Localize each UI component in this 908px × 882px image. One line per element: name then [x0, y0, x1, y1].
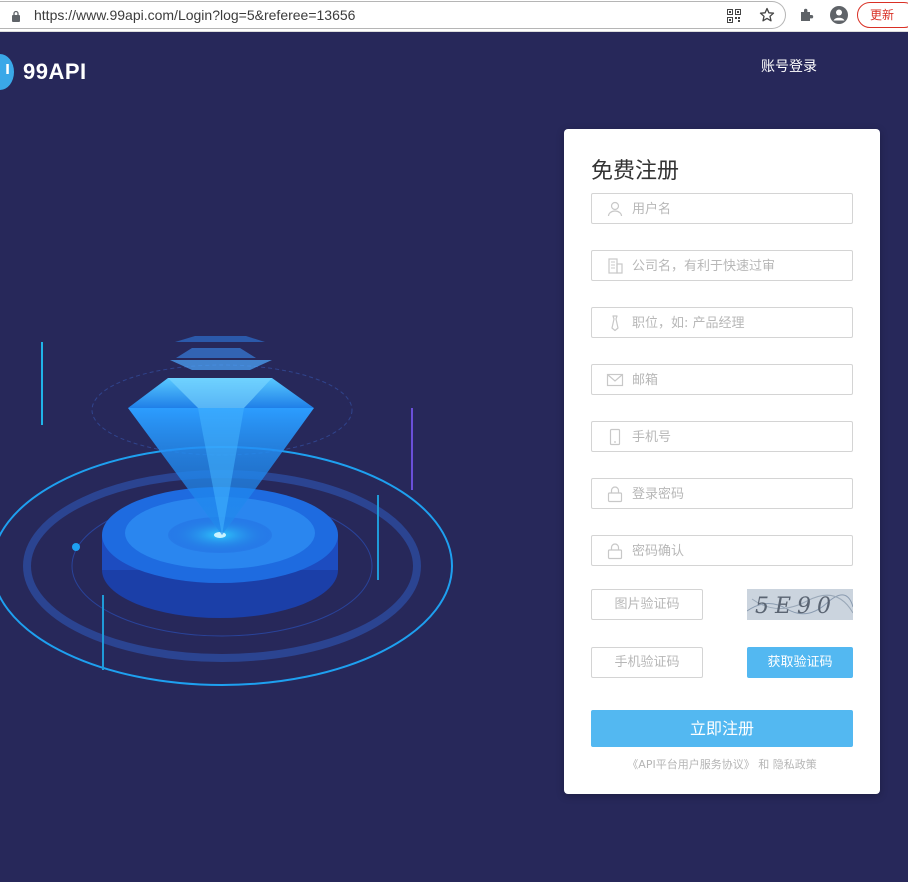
update-button[interactable]: 更新 [857, 2, 908, 28]
padlock-icon [607, 486, 623, 503]
username-field[interactable] [591, 193, 853, 224]
account-login-link[interactable]: 账号登录 [761, 56, 817, 76]
diamond-platform-illustration [0, 336, 453, 686]
phone-input[interactable] [632, 426, 842, 448]
user-icon [607, 201, 623, 217]
extensions-puzzle-icon[interactable] [798, 6, 816, 24]
username-input[interactable] [632, 198, 842, 220]
envelope-icon [606, 373, 624, 387]
building-icon [608, 258, 623, 274]
get-code-button[interactable]: 获取验证码 [747, 647, 853, 678]
url-text[interactable]: https://www.99api.com/Login?log=5&refere… [34, 7, 355, 23]
sms-code-field[interactable] [591, 647, 703, 678]
email-field[interactable] [591, 364, 853, 395]
qr-code-icon[interactable] [727, 9, 741, 23]
password-input[interactable] [632, 483, 842, 505]
agreement-line: 《API平台用户服务协议》 和 隐私政策 [564, 756, 880, 772]
address-bar[interactable]: https://www.99api.com/Login?log=5&refere… [0, 1, 786, 29]
register-card: 免费注册 用户名 公司名，有利于快速过审 职位，如: 产品经理 邮箱 手机号 图… [564, 129, 880, 794]
privacy-policy-link[interactable]: 隐私政策 [773, 758, 817, 771]
tie-icon [611, 315, 619, 332]
logo-mark: I [5, 63, 10, 78]
form-title: 免费注册 [591, 159, 680, 184]
account-icon[interactable] [829, 5, 849, 25]
captcha-image[interactable]: 5E90 [747, 589, 853, 620]
bookmark-star-icon[interactable] [759, 7, 775, 23]
position-input[interactable] [632, 312, 842, 334]
register-submit-button[interactable]: 立即注册 [591, 710, 853, 747]
browser-toolbar: https://www.99api.com/Login?log=5&refere… [0, 0, 908, 32]
confirm-password-input[interactable] [632, 540, 842, 562]
company-input[interactable] [632, 255, 842, 277]
sms-code-input[interactable] [592, 648, 702, 677]
image-code-field[interactable] [591, 589, 703, 620]
email-input[interactable] [632, 369, 842, 391]
confirm-password-field[interactable] [591, 535, 853, 566]
lock-icon[interactable] [11, 10, 21, 22]
captcha-text: 5E90 [755, 594, 837, 619]
logo-icon[interactable]: I [0, 54, 14, 90]
password-field[interactable] [591, 478, 853, 509]
padlock-icon [607, 543, 623, 560]
phone-field[interactable] [591, 421, 853, 452]
agreement-and-text: 和 [758, 758, 770, 771]
mobile-phone-icon [609, 428, 621, 446]
service-agreement-link[interactable]: 《API平台用户服务协议》 [627, 758, 754, 771]
logo-text[interactable]: 99API [23, 59, 87, 85]
position-field[interactable] [591, 307, 853, 338]
company-field[interactable] [591, 250, 853, 281]
image-code-input[interactable] [592, 590, 702, 619]
